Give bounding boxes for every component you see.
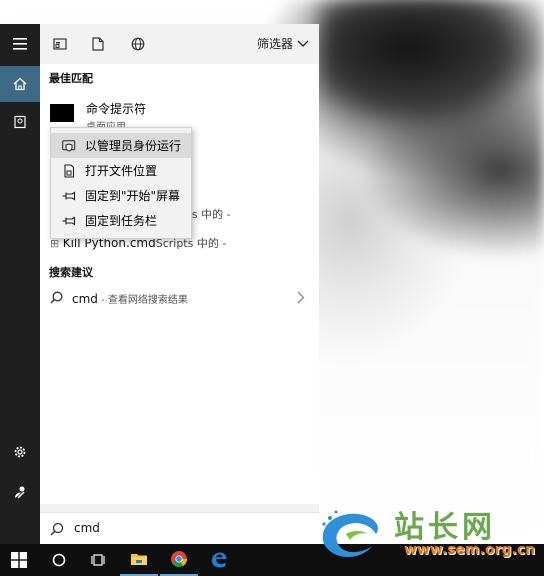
apps-filter-icon[interactable] <box>50 34 70 54</box>
best-match-heading: 最佳匹配 <box>49 72 93 85</box>
search-box[interactable]: cmd <box>40 512 319 545</box>
shield-icon <box>59 139 79 152</box>
filter-label: 筛选器 <box>256 37 293 51</box>
context-menu: 以管理员身份运行 打开文件位置 固定到"开始"屏幕 固定到任务栏 <box>50 127 192 239</box>
cortana-icon[interactable] <box>40 544 78 576</box>
suggestion-hint: - 查看网络搜索结果 <box>97 295 188 306</box>
web-filter-icon[interactable] <box>128 34 148 54</box>
web-suggestion-row[interactable]: cmd - 查看网络搜索结果 <box>40 284 319 312</box>
menu-item-pin-taskbar[interactable]: 固定到任务栏 <box>51 208 191 233</box>
watermark-logo <box>322 510 378 557</box>
desktop-background-dark <box>320 0 544 120</box>
watermark-url: www.sem.org.cn <box>404 542 536 558</box>
edge-icon[interactable] <box>200 544 238 576</box>
chevron-down-icon <box>297 40 309 47</box>
panel-toolbar: 筛选器 <box>40 24 319 64</box>
chrome-icon[interactable] <box>160 544 198 576</box>
windows-icon[interactable] <box>0 544 38 576</box>
search-input[interactable]: cmd <box>74 521 100 535</box>
filter-dropdown[interactable]: 筛选器 <box>257 35 309 52</box>
search-icon <box>50 522 64 536</box>
start-rail <box>0 24 40 544</box>
menu-item-run-as-admin[interactable]: 以管理员身份运行 <box>51 133 191 158</box>
menu-item-label: 以管理员身份运行 <box>85 139 182 153</box>
menu-item-label: 打开文件位置 <box>85 164 158 178</box>
suggestion-query: cmd <box>72 292 98 306</box>
menu-item-open-location[interactable]: 打开文件位置 <box>51 158 191 183</box>
file-location-icon <box>59 163 79 178</box>
best-match-app-name: 命令提示符 <box>86 102 147 116</box>
task-view-icon[interactable] <box>80 544 118 576</box>
home-icon[interactable] <box>0 66 40 102</box>
menu-item-pin-start[interactable]: 固定到"开始"屏幕 <box>51 183 191 208</box>
pin-icon <box>59 191 79 201</box>
document-filter-icon[interactable] <box>88 34 108 54</box>
file-explorer-icon[interactable] <box>120 544 158 576</box>
cmd-app-icon <box>50 104 74 122</box>
pin-icon <box>59 216 79 226</box>
search-icon <box>50 291 63 304</box>
menu-item-label: 固定到"开始"屏幕 <box>85 189 181 203</box>
watermark-title: 站长网 <box>394 510 496 545</box>
chevron-right-icon[interactable] <box>297 291 305 304</box>
hamburger-icon[interactable] <box>0 26 40 62</box>
user-icon[interactable] <box>0 474 40 510</box>
suggestions-heading: 搜索建议 <box>49 266 93 279</box>
documents-icon[interactable] <box>0 104 40 140</box>
search-panel: 筛选器 最佳匹配 命令提示符 桌面应用 Scripts 中的 - ⊞ Kill … <box>40 24 319 544</box>
settings-icon[interactable] <box>0 434 40 470</box>
site-watermark: 站长网 www.sem.org.cn <box>316 498 544 570</box>
menu-item-label: 固定到任务栏 <box>85 214 158 228</box>
